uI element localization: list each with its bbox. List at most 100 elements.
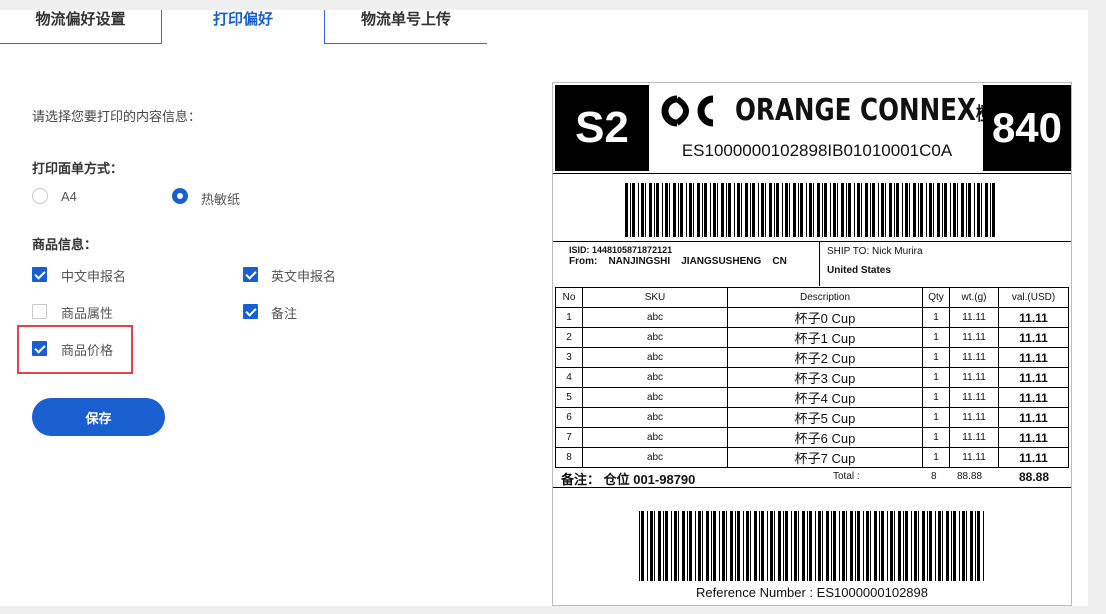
barcode-bar xyxy=(704,183,707,237)
barcode-bar xyxy=(767,511,768,581)
checkbox-product-attributes[interactable] xyxy=(32,304,47,319)
row-description: 杯子0 Cup xyxy=(727,307,923,328)
barcode-bar xyxy=(719,511,720,581)
barcode-bar xyxy=(665,511,668,581)
barcode-bar xyxy=(785,511,788,581)
barcode-bar xyxy=(879,511,880,581)
radio-a4[interactable] xyxy=(32,188,48,204)
checkbox-en-declared-name[interactable] xyxy=(243,267,258,282)
barcode-bar xyxy=(654,511,655,581)
row-qty: 1 xyxy=(922,387,950,408)
row-qty: 1 xyxy=(922,327,950,348)
barcode-bar xyxy=(697,183,700,237)
barcode-bar xyxy=(807,511,808,581)
row-sku: abc xyxy=(582,307,728,328)
barcode-bar xyxy=(975,511,976,581)
ship-to-country: United States xyxy=(827,265,891,276)
barcode-bar xyxy=(881,511,884,581)
barcode-bar xyxy=(769,183,772,237)
brand-name: ORANGE CONNEX橙联 xyxy=(735,93,1005,128)
divider xyxy=(553,487,1071,488)
checkbox-cn-declared-name[interactable] xyxy=(32,267,47,282)
barcode-bar xyxy=(970,511,973,581)
barcode-bar xyxy=(898,511,901,581)
barcode-bar xyxy=(745,183,748,237)
barcode-bar xyxy=(839,511,840,581)
barcode-bar xyxy=(981,183,982,237)
barcode-bar xyxy=(809,511,812,581)
barcode-bar xyxy=(896,183,899,237)
barcode-bar xyxy=(673,183,676,237)
barcode-bar xyxy=(702,183,703,237)
table-header-row: No SKU Description Qty wt.(g) val.(USD) xyxy=(555,287,1069,308)
tab-print-preference[interactable]: 打印偏好 xyxy=(162,10,324,44)
row-no: 4 xyxy=(555,367,583,388)
barcode-bar xyxy=(674,511,677,581)
barcode-bar xyxy=(737,183,740,237)
radio-thermal[interactable] xyxy=(172,188,188,204)
barcode-bar xyxy=(689,183,692,237)
barcode-bar xyxy=(689,511,692,581)
barcode-bar xyxy=(855,511,856,581)
checkbox-en-declared-name-label: 英文申报名 xyxy=(271,269,337,284)
shipping-label-preview: S2 ORANGE CONNEX橙联 ES1000000102898IB0101… xyxy=(552,82,1072,606)
barcode-bar xyxy=(774,183,775,237)
checkbox-product-price[interactable] xyxy=(32,341,47,356)
barcode-bar xyxy=(857,183,860,237)
barcode-bar xyxy=(726,511,727,581)
row-value: 11.11 xyxy=(998,387,1069,408)
barcode-bar xyxy=(894,183,895,237)
orange-connex-logo-icon xyxy=(661,95,714,127)
barcode-bar xyxy=(841,183,844,237)
row-no: 7 xyxy=(555,427,583,448)
barcode-bar xyxy=(861,183,862,237)
barcode-bar xyxy=(774,511,775,581)
barcode-bar xyxy=(815,511,816,581)
barcode-bar xyxy=(913,183,916,237)
save-button[interactable]: 保存 xyxy=(32,398,165,436)
barcode-bar xyxy=(985,183,988,237)
row-value: 11.11 xyxy=(998,307,1069,328)
barcode-bar xyxy=(750,183,751,237)
row-weight: 11.11 xyxy=(949,327,999,348)
checkbox-remarks[interactable] xyxy=(243,304,258,319)
divider xyxy=(819,241,820,286)
tab-logistics-preference[interactable]: 物流偏好设置 xyxy=(0,10,162,44)
barcode-bar xyxy=(974,183,975,237)
barcode-bar xyxy=(944,183,947,237)
row-value: 11.11 xyxy=(998,347,1069,368)
barcode-bar xyxy=(638,183,639,237)
row-qty: 1 xyxy=(922,367,950,388)
barcode-bar xyxy=(650,511,653,581)
row-value: 11.11 xyxy=(998,447,1069,468)
barcode-bar xyxy=(798,511,799,581)
row-description: 杯子3 Cup xyxy=(727,367,923,388)
barcode-bar xyxy=(687,511,688,581)
row-weight: 11.11 xyxy=(949,307,999,328)
barcode-bar xyxy=(935,511,936,581)
barcode-bar xyxy=(870,183,871,237)
reference-barcode xyxy=(639,511,984,581)
barcode-bar xyxy=(783,511,784,581)
barcode-bar xyxy=(902,183,903,237)
barcode-bar xyxy=(800,183,803,237)
barcode-bar xyxy=(665,183,668,237)
tab-tracking-upload[interactable]: 物流单号上传 xyxy=(324,10,487,44)
barcode-bar xyxy=(735,511,736,581)
barcode-bar xyxy=(990,183,991,237)
barcode-bar xyxy=(806,183,807,237)
barcode-bar xyxy=(717,183,718,237)
route-code: 840 xyxy=(983,85,1071,171)
barcode-bar xyxy=(962,511,965,581)
barcode-bar xyxy=(649,183,652,237)
from-address: From: NANJINGSHI JIANGSUSHENG CN xyxy=(569,256,787,267)
barcode-bar xyxy=(625,183,628,237)
barcode-bar xyxy=(922,511,925,581)
barcode-bar xyxy=(933,183,934,237)
barcode-bar xyxy=(826,511,829,581)
barcode-bar xyxy=(833,511,836,581)
brand-logo: ORANGE CONNEX橙联 xyxy=(655,91,1005,131)
barcode-bar xyxy=(789,183,790,237)
barcode-bar xyxy=(837,183,838,237)
col-no: No xyxy=(555,287,583,308)
